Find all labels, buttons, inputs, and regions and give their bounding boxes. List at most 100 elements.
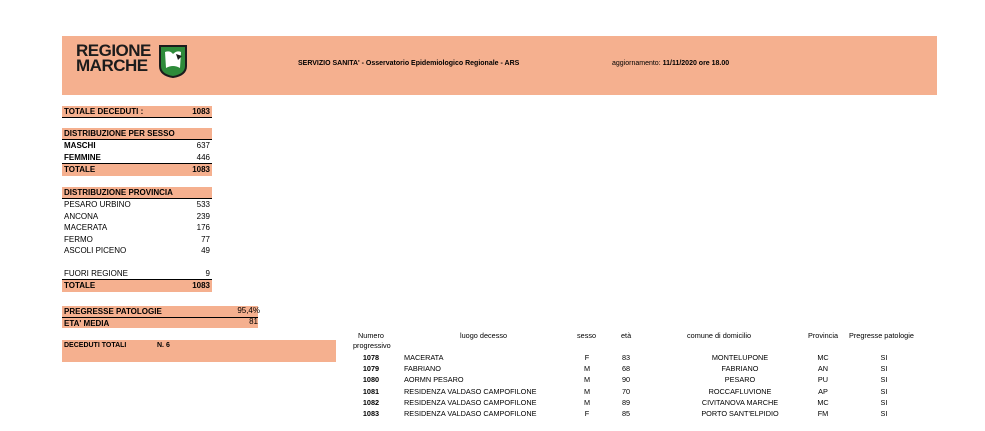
distribuzione-provincia-title: DISTRIBUZIONE PROVINCIA	[62, 187, 212, 199]
cell-numero: 1078	[362, 353, 380, 362]
sesso-row-femmine: FEMMINE 446	[62, 152, 212, 164]
provincia-label: MACERATA	[64, 223, 108, 232]
sesso-row-maschi: MASCHI 637	[62, 140, 212, 152]
distribuzione-provincia-block: DISTRIBUZIONE PROVINCIA PESARO URBINO 53…	[62, 187, 212, 292]
cell-sesso: M	[583, 397, 591, 407]
col-header-numero-line1: Numero	[358, 331, 384, 340]
col-header-eta: età	[621, 331, 632, 340]
cell-patologie: SI	[880, 353, 888, 362]
provincia-label: FERMO	[64, 234, 93, 244]
provincia-row: MACERATA 176	[62, 222, 212, 234]
cell-eta: 70	[621, 386, 631, 396]
cell-eta: 85	[621, 409, 631, 418]
cell-comune: MONTELUPONE	[711, 353, 769, 362]
totale-deceduti-label: TOTALE DECEDUTI :	[64, 107, 144, 116]
col-header-comune: comune di domicilio	[687, 331, 752, 340]
cell-provincia: FM	[817, 409, 829, 418]
deceduti-totali-block: DECEDUTI TOTALI N. 6	[62, 340, 336, 362]
update-timestamp: aggiornamento: 11/11/2020 ore 18.00	[612, 60, 729, 67]
provincia-label: ASCOLI PICENO	[64, 246, 127, 255]
patologie-block: PREGRESSE PATOLOGIE 95,4% ETA' MEDIA 81	[62, 306, 260, 328]
cell-patologie: SI	[880, 409, 888, 418]
provincia-total-value: 1083	[192, 281, 210, 290]
eta-media-label: ETA' MEDIA	[64, 319, 110, 328]
distribuzione-sesso-block: DISTRIBUZIONE PER SESSO MASCHI 637 FEMMI…	[62, 128, 212, 176]
cell-numero: 1083	[362, 409, 380, 418]
provincia-value: 239	[196, 211, 210, 221]
sesso-label: MASCHI	[64, 141, 96, 150]
cell-comune: PESARO	[724, 375, 756, 385]
provincia-row: PESARO URBINO 533	[62, 199, 212, 211]
cell-sesso: M	[583, 364, 591, 374]
cell-luogo: MACERATA	[404, 353, 444, 362]
fuori-regione-value: 9	[205, 268, 210, 278]
provincia-label: ANCONA	[64, 211, 99, 221]
col-header-provincia: Provincia	[808, 331, 839, 340]
cell-luogo: RESIDENZA VALDASO CAMPOFILONE	[404, 397, 537, 407]
sesso-value: 446	[196, 152, 210, 162]
cell-eta: 90	[621, 375, 631, 385]
eta-media-value: 81	[249, 317, 258, 326]
cell-numero: 1079	[362, 364, 380, 374]
logo-text-line2: MARCHE	[76, 56, 148, 75]
provincia-value: 533	[196, 200, 210, 209]
deceduti-totali-value: N. 6	[157, 342, 170, 349]
cell-numero: 1081	[362, 386, 380, 396]
cell-numero: 1080	[362, 375, 380, 385]
provincia-row: ANCONA 239	[62, 211, 212, 223]
provincia-value: 77	[201, 234, 210, 244]
cell-numero: 1082	[362, 397, 380, 407]
cell-sesso: F	[584, 409, 590, 418]
cell-luogo: RESIDENZA VALDASO CAMPOFILONE	[404, 409, 537, 418]
cell-luogo: AORMN PESARO	[404, 375, 464, 385]
update-label: aggiornamento:	[612, 60, 663, 67]
provincia-total-row: TOTALE 1083	[62, 279, 212, 292]
fuori-regione-row: FUORI REGIONE 9	[62, 268, 212, 280]
provincia-label: PESARO URBINO	[64, 200, 131, 209]
sesso-value: 637	[196, 141, 210, 150]
cell-eta: 68	[621, 364, 631, 374]
cell-sesso: M	[583, 386, 591, 396]
sesso-total-value: 1083	[192, 165, 210, 174]
cell-comune: PORTO SANT'ELPIDIO	[701, 409, 779, 418]
distribuzione-sesso-title: DISTRIBUZIONE PER SESSO	[62, 128, 212, 140]
cell-luogo: RESIDENZA VALDASO CAMPOFILONE	[404, 386, 537, 396]
provincia-row: FERMO 77	[62, 234, 212, 246]
cell-comune: CIVITANOVA MARCHE	[701, 397, 779, 407]
cell-patologie: SI	[880, 375, 888, 385]
regione-marche-emblem-icon	[159, 45, 187, 78]
col-header-sesso: sesso	[577, 331, 597, 340]
col-header-patologie: Pregresse patologie	[849, 331, 914, 340]
sesso-total-row: TOTALE 1083	[62, 163, 212, 176]
provincia-value: 49	[201, 246, 210, 255]
patologie-value: 95,4%	[237, 306, 260, 315]
cell-sesso: M	[583, 375, 591, 385]
update-value: 11/11/2020 ore 18.00	[662, 60, 730, 67]
cell-patologie: SI	[880, 397, 888, 407]
col-header-luogo: luogo decesso	[460, 331, 508, 340]
cell-comune: FABRIANO	[721, 364, 759, 374]
header-title: SERVIZIO SANITA' - Osservatorio Epidemio…	[298, 60, 520, 67]
cell-comune: ROCCAFLUVIONE	[708, 386, 772, 396]
provincia-row: ASCOLI PICENO 49	[62, 245, 212, 257]
sesso-total-label: TOTALE	[64, 165, 96, 174]
provincia-value: 176	[196, 223, 210, 232]
totale-deceduti-value: 1083	[192, 107, 210, 116]
deceduti-totali-label: DECEDUTI TOTALI	[64, 342, 127, 349]
cell-provincia: MC	[817, 397, 829, 407]
regione-marche-logo: REGIONE MARCHE	[76, 42, 194, 82]
cell-sesso: F	[584, 353, 590, 362]
cell-eta: 83	[621, 353, 631, 362]
provincia-total-label: TOTALE	[64, 281, 96, 290]
col-header-numero-line2: progressivo	[353, 341, 391, 350]
cell-provincia: AP	[818, 386, 828, 396]
cell-provincia: MC	[817, 353, 829, 362]
patologie-label: PREGRESSE PATOLOGIE	[64, 307, 162, 316]
totale-deceduti-block: TOTALE DECEDUTI : 1083	[62, 106, 212, 118]
sesso-label: FEMMINE	[64, 152, 101, 162]
col-header-numero: Numero progressivo	[353, 331, 391, 351]
cell-patologie: SI	[880, 364, 888, 374]
cell-provincia: AN	[817, 364, 829, 374]
cell-luogo: FABRIANO	[404, 364, 441, 374]
